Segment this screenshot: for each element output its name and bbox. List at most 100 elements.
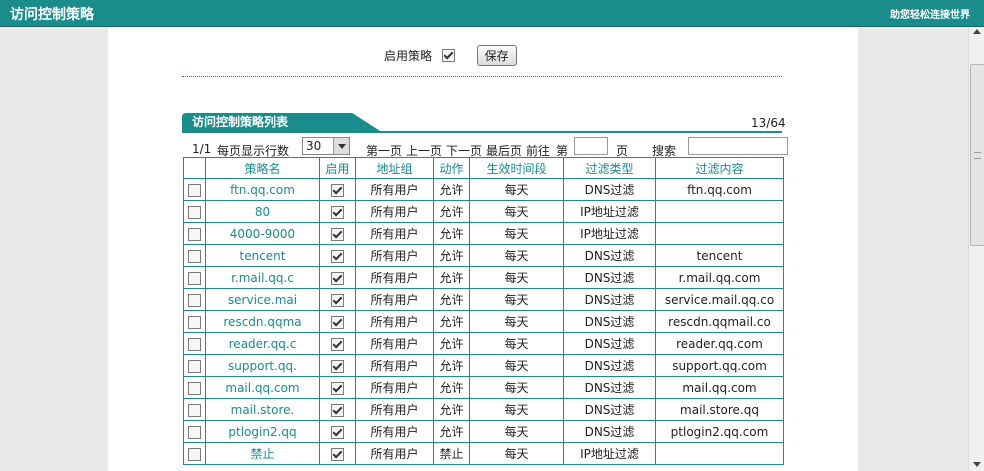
row-select-checkbox[interactable] xyxy=(188,315,201,329)
action-cell: 允许 xyxy=(433,354,470,377)
time-period-cell: 每天 xyxy=(469,376,564,399)
policy-name-link[interactable]: 80 xyxy=(205,200,320,223)
action-cell: 允许 xyxy=(433,332,470,355)
row-select-cell xyxy=(183,266,206,289)
filter-type-cell: IP地址过滤 xyxy=(563,442,656,465)
tab-underline xyxy=(182,131,782,133)
scroll-up-icon[interactable] xyxy=(973,29,981,34)
search-input[interactable] xyxy=(688,137,788,155)
filter-type-cell: DNS过滤 xyxy=(563,376,656,399)
page-title: 访问控制策略 xyxy=(10,7,94,23)
address-group-cell: 所有用户 xyxy=(355,200,434,223)
enabled-checkbox[interactable] xyxy=(331,271,344,285)
scroll-down-icon[interactable] xyxy=(973,462,981,467)
policy-name-link[interactable]: support.qq. xyxy=(205,354,320,377)
enabled-checkbox[interactable] xyxy=(331,183,344,197)
action-cell: 允许 xyxy=(433,222,470,245)
policy-name-link[interactable]: 禁止 xyxy=(205,442,320,465)
row-select-checkbox[interactable] xyxy=(188,249,201,263)
row-select-checkbox[interactable] xyxy=(188,447,201,461)
enable-policy-label: 启用策略 xyxy=(384,49,433,63)
enabled-checkbox[interactable] xyxy=(331,425,344,439)
time-period-cell: 每天 xyxy=(469,442,564,465)
filter-type-cell: DNS过滤 xyxy=(563,178,656,201)
filter-content-cell xyxy=(655,222,784,245)
table-row: 禁止 所有用户 禁止 每天 IP地址过滤 xyxy=(183,442,784,465)
policy-name-link[interactable]: mail.qq.com xyxy=(205,376,320,399)
action-cell: 允许 xyxy=(433,376,470,399)
divider xyxy=(182,76,782,77)
grip-icon xyxy=(974,152,981,159)
row-select-checkbox[interactable] xyxy=(188,183,201,197)
enable-policy-checkbox[interactable] xyxy=(441,49,455,62)
row-select-checkbox[interactable] xyxy=(188,403,201,417)
enabled-checkbox[interactable] xyxy=(331,293,344,307)
scroll-thumb[interactable] xyxy=(970,64,984,246)
time-period-cell: 每天 xyxy=(469,222,564,245)
row-select-cell xyxy=(183,222,206,245)
row-select-checkbox[interactable] xyxy=(188,271,201,285)
policy-name-link[interactable]: rescdn.qqma xyxy=(205,310,320,333)
table-row: service.mai 所有用户 允许 每天 DNS过滤 service.mail.qq.… xyxy=(183,288,784,311)
action-cell: 允许 xyxy=(433,244,470,267)
time-period-cell: 每天 xyxy=(469,200,564,223)
policy-name-link[interactable]: reader.qq.c xyxy=(205,332,320,355)
rows-per-page-select[interactable]: 30 xyxy=(302,137,350,155)
column-header: 动作 xyxy=(433,157,470,179)
policy-table: 策略名 启用 地址组 动作 生效时间段 过滤类型 过滤内容 ftn.qq.com… xyxy=(183,157,784,465)
table-row: ftn.qq.com 所有用户 允许 每天 DNS过滤 ftn.qq.com xyxy=(183,178,784,201)
row-select-checkbox[interactable] xyxy=(188,205,201,219)
enabled-checkbox[interactable] xyxy=(331,205,344,219)
row-select-cell xyxy=(183,310,206,333)
address-group-cell: 所有用户 xyxy=(355,288,434,311)
policy-name-link[interactable]: service.mai xyxy=(205,288,320,311)
enabled-checkbox[interactable] xyxy=(331,381,344,395)
action-cell: 允许 xyxy=(433,178,470,201)
policy-name-link[interactable]: ptlogin2.qq xyxy=(205,420,320,443)
filter-type-cell: DNS过滤 xyxy=(563,332,656,355)
row-select-cell xyxy=(183,442,206,465)
policy-name-link[interactable]: 4000-9000 xyxy=(205,222,320,245)
policy-name-link[interactable]: r.mail.qq.c xyxy=(205,266,320,289)
chevron-down-icon[interactable] xyxy=(333,138,349,154)
filter-type-cell: DNS过滤 xyxy=(563,266,656,289)
enabled-checkbox[interactable] xyxy=(331,447,344,461)
save-button[interactable]: 保存 xyxy=(476,45,517,66)
address-group-cell: 所有用户 xyxy=(355,354,434,377)
row-select-checkbox[interactable] xyxy=(188,359,201,373)
time-period-cell: 每天 xyxy=(469,244,564,267)
filter-content-cell: r.mail.qq.com xyxy=(655,266,784,289)
column-header: 地址组 xyxy=(355,157,434,179)
address-group-cell: 所有用户 xyxy=(355,420,434,443)
policy-name-link[interactable]: tencent xyxy=(205,244,320,267)
main-content: 启用策略 保存 访问控制策略列表 13/64 1/1 每页显示行数 30 第一页… xyxy=(108,27,858,471)
table-row: 4000-9000 所有用户 允许 每天 IP地址过滤 xyxy=(183,222,784,245)
goto-page-input[interactable] xyxy=(574,137,608,155)
table-row: 80 所有用户 允许 每天 IP地址过滤 xyxy=(183,200,784,223)
enabled-checkbox[interactable] xyxy=(331,227,344,241)
time-period-cell: 每天 xyxy=(469,420,564,443)
row-select-checkbox[interactable] xyxy=(188,293,201,307)
vertical-scrollbar[interactable] xyxy=(968,27,984,471)
row-select-checkbox[interactable] xyxy=(188,337,201,351)
enabled-cell xyxy=(319,310,356,333)
enabled-checkbox[interactable] xyxy=(331,359,344,373)
address-group-cell: 所有用户 xyxy=(355,222,434,245)
enabled-cell xyxy=(319,222,356,245)
enabled-checkbox[interactable] xyxy=(331,403,344,417)
row-select-checkbox[interactable] xyxy=(188,381,201,395)
row-select-checkbox[interactable] xyxy=(188,425,201,439)
policy-name-link[interactable]: mail.store. xyxy=(205,398,320,421)
filter-content-cell: mail.store.qq xyxy=(655,398,784,421)
table-row: support.qq. 所有用户 允许 每天 DNS过滤 support.qq.com xyxy=(183,354,784,377)
enabled-checkbox[interactable] xyxy=(331,315,344,329)
enabled-checkbox[interactable] xyxy=(331,337,344,351)
row-select-checkbox[interactable] xyxy=(188,227,201,241)
filter-content-cell: rescdn.qqmail.co xyxy=(655,310,784,333)
filter-content-cell: service.mail.qq.co xyxy=(655,288,784,311)
action-cell: 允许 xyxy=(433,288,470,311)
policy-name-link[interactable]: ftn.qq.com xyxy=(205,178,320,201)
address-group-cell: 所有用户 xyxy=(355,398,434,421)
enabled-checkbox[interactable] xyxy=(331,249,344,263)
enabled-cell xyxy=(319,266,356,289)
